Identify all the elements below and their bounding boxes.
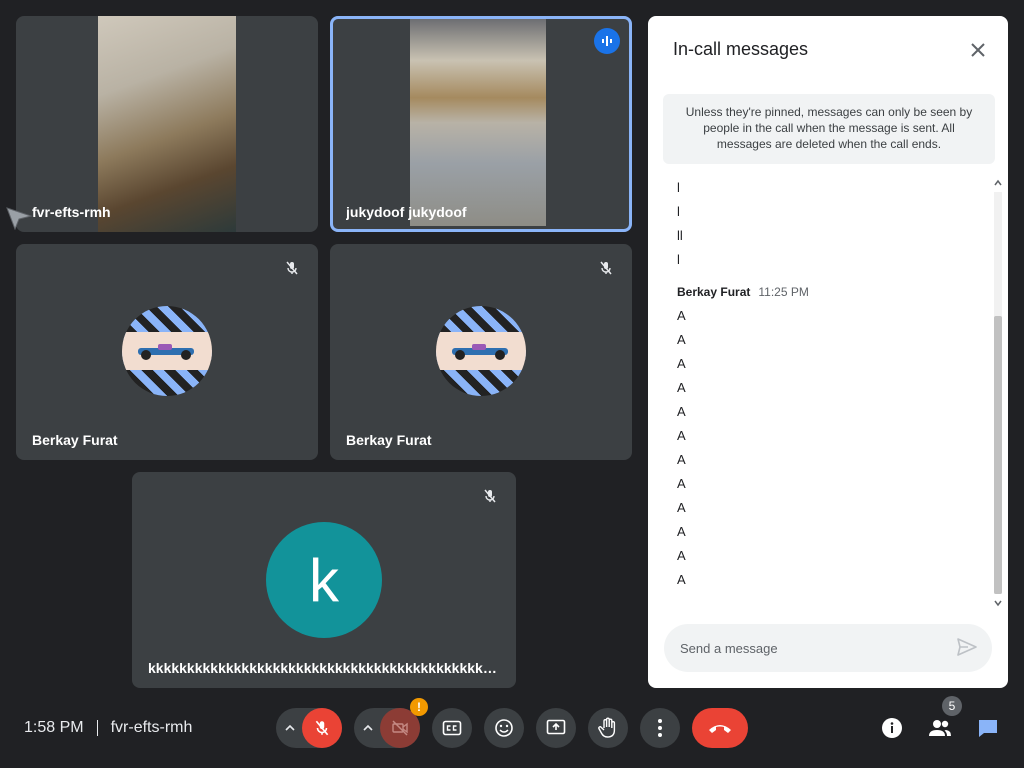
message-line: A bbox=[677, 476, 686, 491]
participant-tile-4[interactable]: Berkay Furat bbox=[330, 244, 632, 460]
divider bbox=[96, 720, 98, 736]
message-line: A bbox=[677, 380, 686, 395]
chat-icon bbox=[979, 720, 997, 737]
send-icon[interactable] bbox=[956, 636, 980, 660]
message-sender: Berkay Furat 11:25 PM bbox=[677, 280, 987, 304]
present-button[interactable] bbox=[536, 708, 576, 748]
participant-tile-5[interactable]: k kkkkkkkkkkkkkkkkkkkkkkkkkkkkkkkkkkkkkk… bbox=[132, 472, 516, 688]
closed-captions-icon bbox=[442, 720, 462, 736]
mic-off-icon bbox=[315, 720, 329, 736]
panel-title: In-call messages bbox=[673, 39, 809, 59]
message-line: ll bbox=[677, 228, 683, 243]
message-line: A bbox=[677, 308, 686, 323]
participant-name: Berkay Furat bbox=[346, 432, 432, 448]
avatar-initial: k bbox=[266, 522, 382, 638]
message-line: l bbox=[677, 180, 680, 195]
message-line: A bbox=[677, 356, 686, 371]
message-line: A bbox=[677, 524, 686, 539]
reactions-button[interactable] bbox=[484, 708, 524, 748]
meeting-details-button[interactable] bbox=[880, 716, 904, 740]
message-list[interactable]: l l ll l Berkay Furat 11:25 PM A A A A A … bbox=[677, 176, 987, 592]
current-time: 1:58 PM bbox=[24, 719, 84, 736]
chevron-up-icon[interactable] bbox=[282, 720, 298, 736]
participant-name: Berkay Furat bbox=[32, 432, 118, 448]
participant-video bbox=[98, 16, 236, 232]
message-scrollbar[interactable] bbox=[991, 178, 1005, 608]
hand-icon bbox=[598, 717, 616, 738]
mic-off-icon bbox=[594, 256, 618, 280]
message-line: A bbox=[677, 404, 686, 419]
chevron-up-icon[interactable] bbox=[360, 720, 376, 736]
more-options-button[interactable] bbox=[640, 708, 680, 748]
participant-name: jukydoof jukydoof bbox=[346, 204, 467, 220]
people-button[interactable] bbox=[928, 716, 952, 740]
message-input[interactable] bbox=[680, 638, 940, 658]
message-line: A bbox=[677, 332, 686, 347]
mic-off-icon bbox=[478, 484, 502, 508]
message-line: A bbox=[677, 428, 686, 443]
scroll-up-icon[interactable] bbox=[993, 178, 1003, 188]
message-line: l bbox=[677, 252, 680, 267]
speaking-indicator-icon bbox=[594, 28, 620, 54]
avatar bbox=[122, 306, 212, 396]
participant-tile-1[interactable]: fvr-efts-rmh bbox=[16, 16, 318, 232]
message-notice: Unless they're pinned, messages can only… bbox=[663, 94, 995, 164]
camera-control-group: ! bbox=[354, 698, 428, 748]
mic-control-group bbox=[276, 708, 342, 748]
message-composer bbox=[664, 624, 992, 672]
mic-off-icon bbox=[280, 256, 304, 280]
present-screen-icon bbox=[546, 719, 566, 735]
message-line: A bbox=[677, 572, 686, 587]
chat-button[interactable] bbox=[976, 716, 1000, 740]
scroll-thumb[interactable] bbox=[994, 316, 1002, 594]
scroll-down-icon[interactable] bbox=[993, 598, 1003, 608]
camera-off-icon bbox=[392, 720, 408, 736]
message-line: A bbox=[677, 500, 686, 515]
message-time: 11:25 PM bbox=[758, 285, 809, 299]
participant-name: kkkkkkkkkkkkkkkkkkkkkkkkkkkkkkkkkkkkkkkk… bbox=[148, 660, 500, 676]
avatar bbox=[436, 306, 526, 396]
sender-name: Berkay Furat bbox=[677, 285, 751, 299]
emoji-icon bbox=[495, 719, 513, 737]
message-line: l bbox=[677, 204, 680, 219]
people-icon bbox=[929, 720, 951, 736]
warning-badge: ! bbox=[410, 698, 428, 716]
participant-tile-2[interactable]: jukydoof jukydoof bbox=[330, 16, 632, 232]
more-vert-icon bbox=[658, 719, 662, 737]
mouse-cursor-icon bbox=[6, 207, 33, 230]
meeting-info: 1:58 PM fvr-efts-rmh bbox=[24, 718, 192, 738]
hang-up-icon bbox=[709, 725, 731, 733]
message-line: A bbox=[677, 548, 686, 563]
meeting-code: fvr-efts-rmh bbox=[110, 719, 193, 736]
leave-call-button[interactable] bbox=[692, 708, 748, 748]
raise-hand-button[interactable] bbox=[588, 708, 628, 748]
message-line: A bbox=[677, 452, 686, 467]
close-icon[interactable] bbox=[966, 38, 990, 62]
info-icon bbox=[882, 718, 902, 738]
people-count-badge: 5 bbox=[942, 696, 962, 716]
mic-off-button[interactable] bbox=[302, 708, 342, 748]
in-call-messages-panel: In-call messages Unless they're pinned, … bbox=[648, 16, 1008, 688]
captions-button[interactable] bbox=[432, 708, 472, 748]
participant-tile-3[interactable]: Berkay Furat bbox=[16, 244, 318, 460]
camera-off-button[interactable]: ! bbox=[380, 698, 428, 748]
participant-video bbox=[410, 19, 546, 226]
participant-name: fvr-efts-rmh bbox=[32, 204, 111, 220]
meeting-stage: fvr-efts-rmh jukydoof jukydoof Berkay Fu… bbox=[0, 0, 1024, 768]
